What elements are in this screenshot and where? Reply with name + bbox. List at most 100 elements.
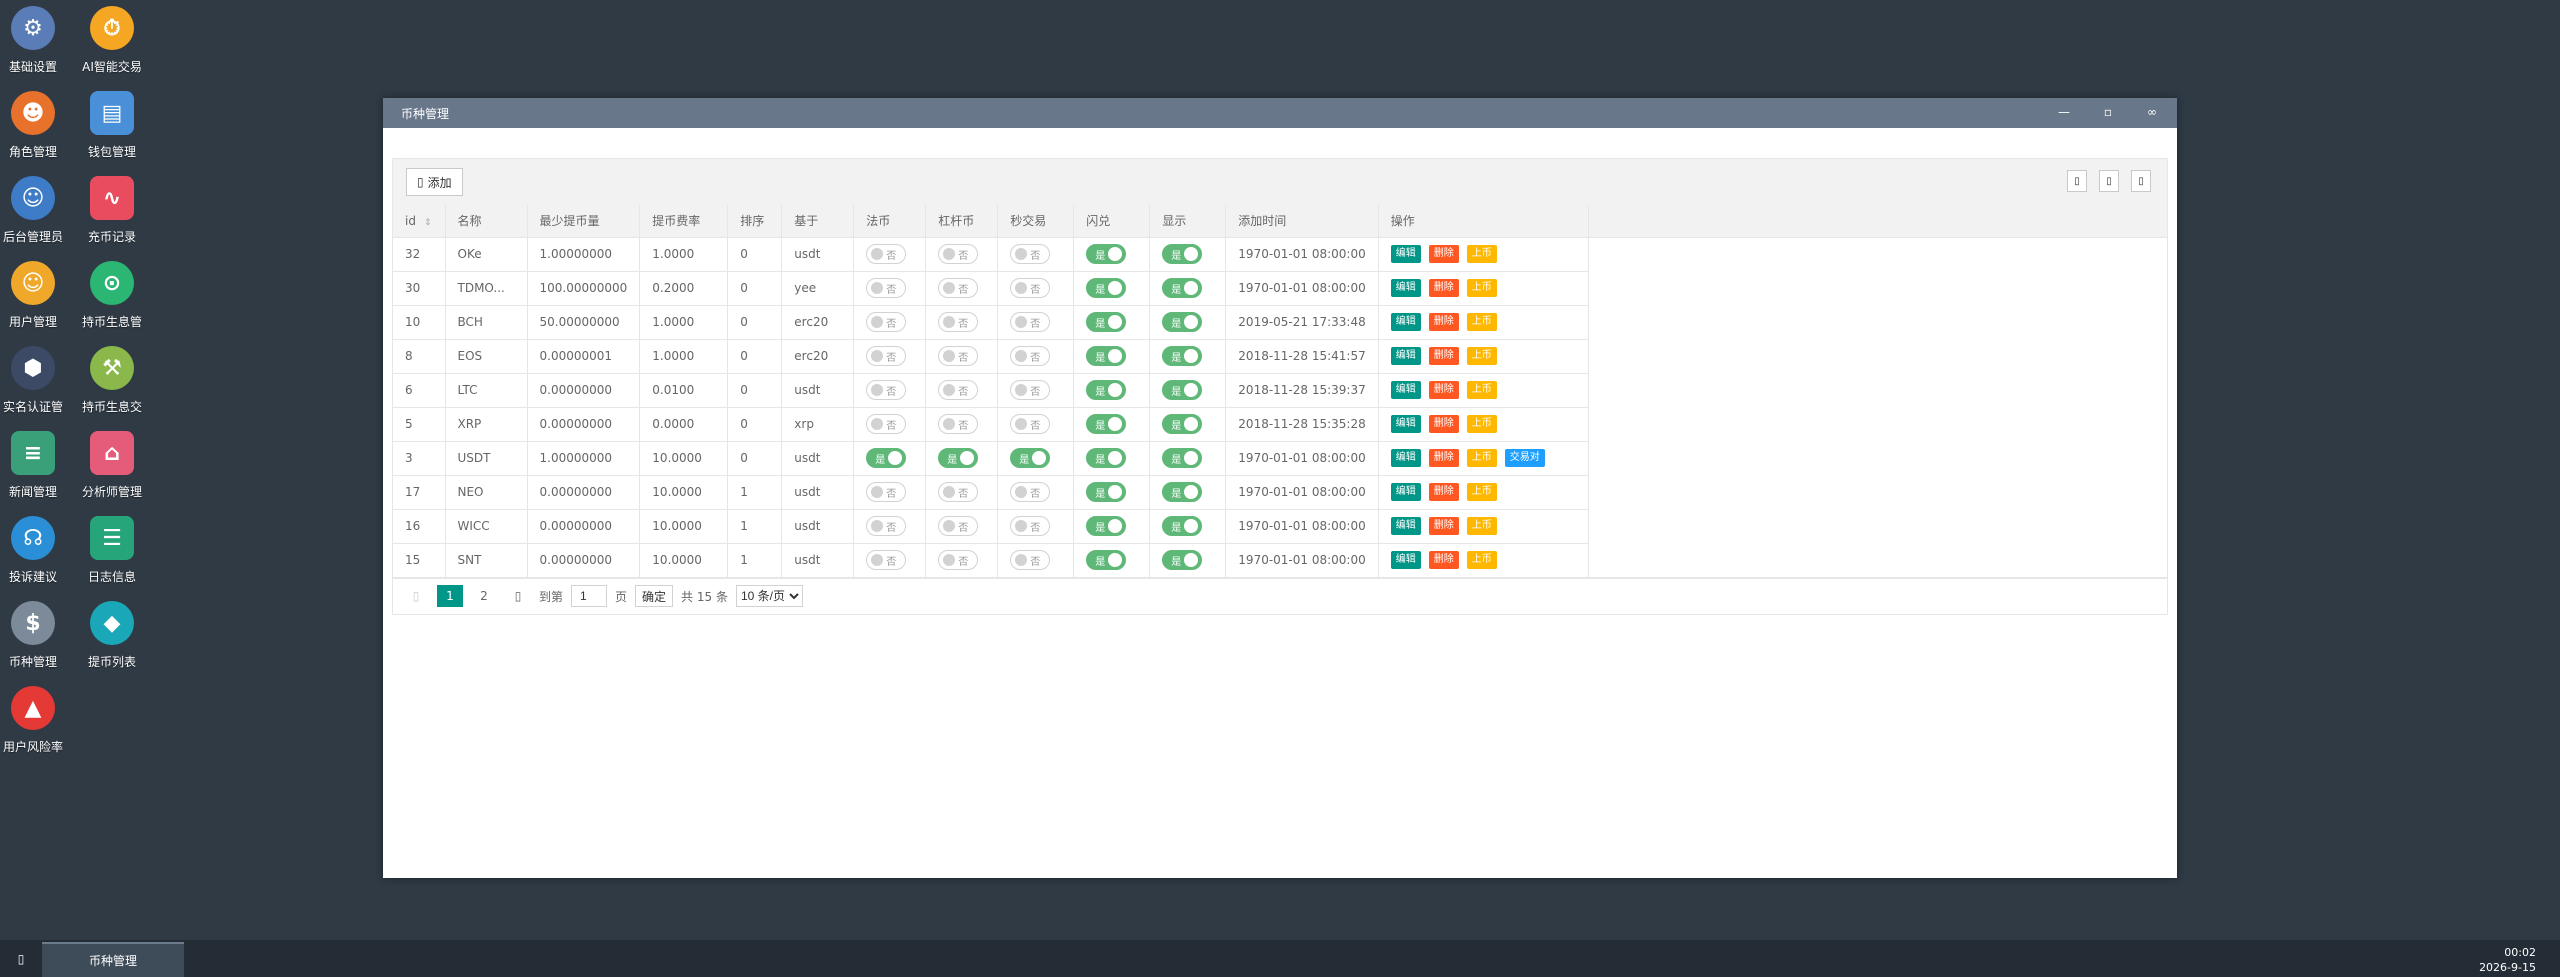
edit-button[interactable]: 编辑 xyxy=(1390,347,1421,365)
toggle-switch[interactable]: 是 xyxy=(1010,448,1051,468)
desktop-icon-shield[interactable]: ⬢ 实名认证管 xyxy=(0,340,73,420)
toggle-switch[interactable]: 是 xyxy=(866,448,907,468)
toggle-switch[interactable]: 是 xyxy=(1086,482,1127,502)
toggle-switch[interactable]: 是 xyxy=(1162,516,1203,536)
toggle-switch[interactable]: 是 xyxy=(1086,244,1127,264)
page-size-select[interactable]: 10 条/页 xyxy=(735,585,803,607)
edit-button[interactable]: 编辑 xyxy=(1390,449,1421,467)
add-button[interactable]: ▯ 添加 xyxy=(406,168,463,196)
desktop-icon-store[interactable]: ⌂ 分析师管理 xyxy=(72,425,152,505)
toggle-switch[interactable]: 否 xyxy=(866,346,907,366)
minimize-icon[interactable]: — xyxy=(2055,102,2073,122)
desktop-icon-dollar[interactable]: $ 币种管理 xyxy=(0,595,73,675)
toggle-switch[interactable]: 否 xyxy=(1010,278,1051,298)
toggle-switch[interactable]: 否 xyxy=(866,550,907,570)
toggle-switch[interactable]: 是 xyxy=(1162,244,1203,264)
toggle-switch[interactable]: 是 xyxy=(1086,380,1127,400)
page-input[interactable] xyxy=(571,585,608,607)
toggle-switch[interactable]: 否 xyxy=(938,346,979,366)
toggle-switch[interactable]: 是 xyxy=(1162,312,1203,332)
close-icon[interactable]: ∞ xyxy=(2143,102,2161,122)
list-button[interactable]: 上币 xyxy=(1466,551,1497,569)
desktop-icon-role[interactable]: ☻ 角色管理 xyxy=(0,85,73,165)
list-button[interactable]: 上币 xyxy=(1466,415,1497,433)
desktop-icon-lock[interactable]: ⊙ 持币生息管 xyxy=(72,255,152,335)
toggle-switch[interactable]: 是 xyxy=(1086,448,1127,468)
trading-pair-button[interactable]: 交易对 xyxy=(1504,449,1545,467)
edit-button[interactable]: 编辑 xyxy=(1390,551,1421,569)
toggle-switch[interactable]: 否 xyxy=(1010,244,1051,264)
delete-button[interactable]: 删除 xyxy=(1428,313,1459,331)
toggle-switch[interactable]: 否 xyxy=(1010,482,1051,502)
toggle-switch[interactable]: 否 xyxy=(866,278,907,298)
list-button[interactable]: 上币 xyxy=(1466,313,1497,331)
columns-filter-icon[interactable]: ▯ xyxy=(2067,170,2087,192)
toggle-switch[interactable]: 否 xyxy=(938,244,979,264)
list-button[interactable]: 上币 xyxy=(1466,517,1497,535)
toggle-switch[interactable]: 否 xyxy=(1010,516,1051,536)
delete-button[interactable]: 删除 xyxy=(1428,245,1459,263)
delete-button[interactable]: 删除 xyxy=(1428,483,1459,501)
edit-button[interactable]: 编辑 xyxy=(1390,313,1421,331)
toggle-switch[interactable]: 是 xyxy=(1162,448,1203,468)
toggle-switch[interactable]: 是 xyxy=(1162,278,1203,298)
desktop-icon-chart[interactable]: ∿ 充币记录 xyxy=(72,170,152,250)
delete-button[interactable]: 删除 xyxy=(1428,449,1459,467)
toggle-switch[interactable]: 否 xyxy=(938,516,979,536)
desktop-icon-log[interactable]: ☰ 日志信息 xyxy=(72,510,152,590)
edit-button[interactable]: 编辑 xyxy=(1390,279,1421,297)
toggle-switch[interactable]: 是 xyxy=(1086,346,1127,366)
delete-button[interactable]: 删除 xyxy=(1428,517,1459,535)
print-icon[interactable]: ▯ xyxy=(2131,170,2151,192)
toggle-switch[interactable]: 否 xyxy=(866,414,907,434)
toggle-switch[interactable]: 否 xyxy=(866,482,907,502)
desktop-icon-hammer[interactable]: ⚒ 持币生息交 xyxy=(72,340,152,420)
toggle-switch[interactable]: 是 xyxy=(1162,414,1203,434)
edit-button[interactable]: 编辑 xyxy=(1390,381,1421,399)
delete-button[interactable]: 删除 xyxy=(1428,381,1459,399)
toggle-switch[interactable]: 否 xyxy=(938,414,979,434)
desktop-icon-coin-list[interactable]: ◆ 提币列表 xyxy=(72,595,152,675)
toggle-switch[interactable]: 否 xyxy=(938,550,979,570)
toggle-switch[interactable]: 是 xyxy=(1162,346,1203,366)
prev-page-icon[interactable]: ▯ xyxy=(403,585,429,607)
list-button[interactable]: 上币 xyxy=(1466,245,1497,263)
edit-button[interactable]: 编辑 xyxy=(1390,483,1421,501)
desktop-icon-headset[interactable]: ☊ 投诉建议 xyxy=(0,510,73,590)
desktop-icon-user[interactable]: ☺ 用户管理 xyxy=(0,255,73,335)
start-menu-icon[interactable]: ▯ xyxy=(12,950,30,968)
desktop-icon-wallet[interactable]: ▤ 钱包管理 xyxy=(72,85,152,165)
toggle-switch[interactable]: 否 xyxy=(938,312,979,332)
desktop-icon-gear[interactable]: ⚙ 基础设置 xyxy=(0,0,73,80)
export-icon[interactable]: ▯ xyxy=(2099,170,2119,192)
delete-button[interactable]: 删除 xyxy=(1428,279,1459,297)
maximize-icon[interactable]: ▫ xyxy=(2099,102,2117,122)
toggle-switch[interactable]: 是 xyxy=(1086,312,1127,332)
page-1[interactable]: 1 xyxy=(437,585,463,607)
toggle-switch[interactable]: 是 xyxy=(1086,278,1127,298)
column-header[interactable]: id ⇕ xyxy=(393,205,446,238)
toggle-switch[interactable]: 是 xyxy=(1162,482,1203,502)
desktop-icon-document[interactable]: ≡ 新闻管理 xyxy=(0,425,73,505)
window-titlebar[interactable]: 币种管理 — ▫ ∞ xyxy=(383,98,2177,128)
list-button[interactable]: 上币 xyxy=(1466,449,1497,467)
toggle-switch[interactable]: 否 xyxy=(866,516,907,536)
list-button[interactable]: 上币 xyxy=(1466,483,1497,501)
edit-button[interactable]: 编辑 xyxy=(1390,415,1421,433)
toggle-switch[interactable]: 否 xyxy=(938,380,979,400)
delete-button[interactable]: 删除 xyxy=(1428,551,1459,569)
toggle-switch[interactable]: 否 xyxy=(866,380,907,400)
desktop-icon-alarm[interactable]: ▲ 用户风险率 xyxy=(0,680,73,760)
toggle-switch[interactable]: 是 xyxy=(1086,414,1127,434)
confirm-button[interactable]: 确定 xyxy=(635,585,674,607)
toggle-switch[interactable]: 否 xyxy=(1010,414,1051,434)
toggle-switch[interactable]: 是 xyxy=(1086,550,1127,570)
toggle-switch[interactable]: 否 xyxy=(1010,312,1051,332)
edit-button[interactable]: 编辑 xyxy=(1390,517,1421,535)
taskbar-tab-coin-management[interactable]: 币种管理 xyxy=(42,942,184,977)
desktop-icon-admin[interactable]: ☺ 后台管理员 xyxy=(0,170,73,250)
toggle-switch[interactable]: 是 xyxy=(1086,516,1127,536)
toggle-switch[interactable]: 否 xyxy=(866,312,907,332)
toggle-switch[interactable]: 否 xyxy=(938,278,979,298)
toggle-switch[interactable]: 否 xyxy=(1010,550,1051,570)
